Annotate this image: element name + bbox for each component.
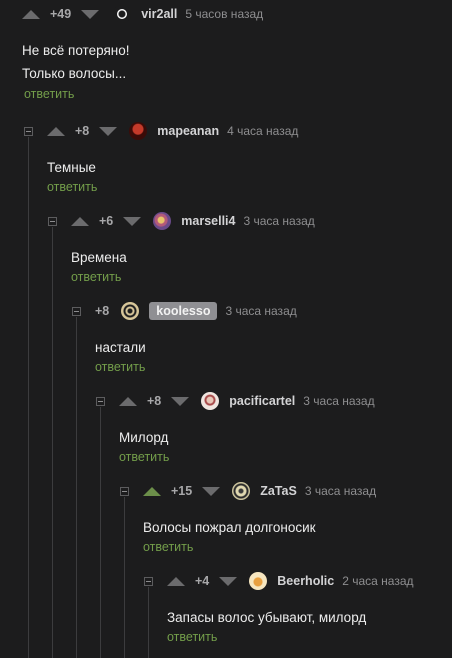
comment-body: Волосы пожрал долгоносик: [143, 516, 316, 539]
thread-line-level-3: [76, 317, 77, 658]
comment-time: 3 часа назад: [243, 214, 315, 228]
comment-text-line: Темные: [47, 160, 96, 175]
upvote-arrow-icon[interactable]: [143, 486, 161, 496]
comment-time: 3 часа назад: [304, 484, 377, 498]
comment-header: +4 Beerholic 2 часа назад: [144, 568, 414, 594]
reply-link[interactable]: ответить: [95, 360, 145, 374]
comment-header: +49 vir2all 5 часов назад: [22, 1, 263, 27]
comment-body: Запасы волос убывают, милорд: [167, 606, 366, 629]
avatar[interactable]: [121, 302, 140, 320]
comment-username[interactable]: koolesso: [149, 302, 218, 320]
comment-header: +8 pacificartel 3 часа назад: [96, 388, 375, 414]
comment-text-line: Запасы волос убывают, милорд: [167, 610, 367, 625]
downvote-arrow-icon[interactable]: [219, 576, 238, 586]
comment-username[interactable]: pacificartel: [229, 394, 295, 408]
thread-line-level-6: [148, 587, 149, 658]
upvote-arrow-icon[interactable]: [47, 126, 65, 136]
comment-rating: +8: [147, 394, 162, 408]
avatar[interactable]: [113, 5, 132, 23]
upvote-arrow-icon[interactable]: [22, 9, 40, 19]
comment-header: +8 mapeanan 4 часа назад: [24, 118, 298, 144]
collapse-minus-icon[interactable]: [24, 126, 33, 136]
comment-username[interactable]: marselli4: [181, 214, 235, 228]
comment-text-line: Только волосы...: [22, 66, 127, 81]
comment-header: +6 marselli4 3 часа назад: [48, 208, 315, 234]
upvote-arrow-icon[interactable]: [167, 576, 185, 586]
downvote-arrow-icon[interactable]: [123, 216, 142, 226]
downvote-arrow-icon[interactable]: [202, 486, 221, 496]
collapse-minus-icon[interactable]: [144, 576, 153, 586]
comment-body: настали: [95, 336, 146, 359]
comment-text-line: настали: [95, 340, 146, 355]
comment-username[interactable]: Beerholic: [277, 574, 334, 588]
upvote-arrow-icon[interactable]: [71, 216, 89, 226]
collapse-minus-icon[interactable]: [120, 486, 129, 496]
thread-line-level-4: [100, 407, 101, 658]
avatar[interactable]: [232, 482, 251, 500]
comment-rating: +8: [75, 124, 90, 138]
comment-time: 3 часа назад: [303, 394, 375, 408]
comment-username[interactable]: vir2all: [141, 7, 177, 21]
downvote-arrow-icon[interactable]: [81, 9, 100, 19]
comment-text-line: Не всё потеряно!: [22, 43, 130, 58]
reply-link[interactable]: ответить: [167, 630, 217, 644]
reply-link[interactable]: ответить: [119, 450, 169, 464]
reply-link[interactable]: ответить: [24, 87, 74, 101]
comment-time: 5 часов назад: [185, 7, 264, 21]
reply-link[interactable]: ответить: [143, 540, 193, 554]
thread-line-level-2: [52, 227, 53, 658]
comment-text-line: Милорд: [119, 430, 169, 445]
comment-text-line: Волосы пожрал долгоносик: [143, 520, 316, 535]
downvote-arrow-icon[interactable]: [99, 126, 118, 136]
comment-time: 3 часа назад: [225, 304, 297, 318]
reply-link[interactable]: ответить: [71, 270, 121, 284]
comment-rating: +15: [171, 484, 193, 498]
collapse-minus-icon[interactable]: [96, 396, 105, 406]
avatar[interactable]: [129, 122, 148, 140]
comment-time: 2 часа назад: [342, 574, 414, 588]
comment-header: +8 koolesso 3 часа назад: [72, 298, 297, 324]
collapse-minus-icon[interactable]: [48, 216, 57, 226]
comment-rating: +4: [195, 574, 210, 588]
thread-line-level-1: [28, 137, 29, 658]
avatar[interactable]: [249, 572, 268, 590]
collapse-minus-icon[interactable]: [72, 306, 81, 316]
comment-body: Темные: [47, 156, 96, 179]
thread-line-level-5: [124, 497, 125, 658]
comment-time: 4 часа назад: [227, 124, 299, 138]
comment-body: Не всё потеряно! Только волосы...: [22, 39, 129, 85]
upvote-arrow-icon[interactable]: [119, 396, 137, 406]
comment-text-line: Времена: [71, 250, 127, 265]
comment-rating: +6: [99, 214, 114, 228]
comment-body: Времена: [71, 246, 127, 269]
comment-username[interactable]: mapeanan: [157, 124, 219, 138]
reply-link[interactable]: ответить: [47, 180, 97, 194]
avatar[interactable]: [153, 212, 172, 230]
downvote-arrow-icon[interactable]: [171, 396, 190, 406]
avatar[interactable]: [201, 392, 220, 410]
comment-rating: +49: [50, 7, 72, 21]
comment-rating: +8: [95, 304, 110, 318]
comment-body: Милорд: [119, 426, 168, 449]
comment-header: +15 ZaTaS 3 часа назад: [120, 478, 376, 504]
comment-username[interactable]: ZaTaS: [260, 484, 297, 498]
